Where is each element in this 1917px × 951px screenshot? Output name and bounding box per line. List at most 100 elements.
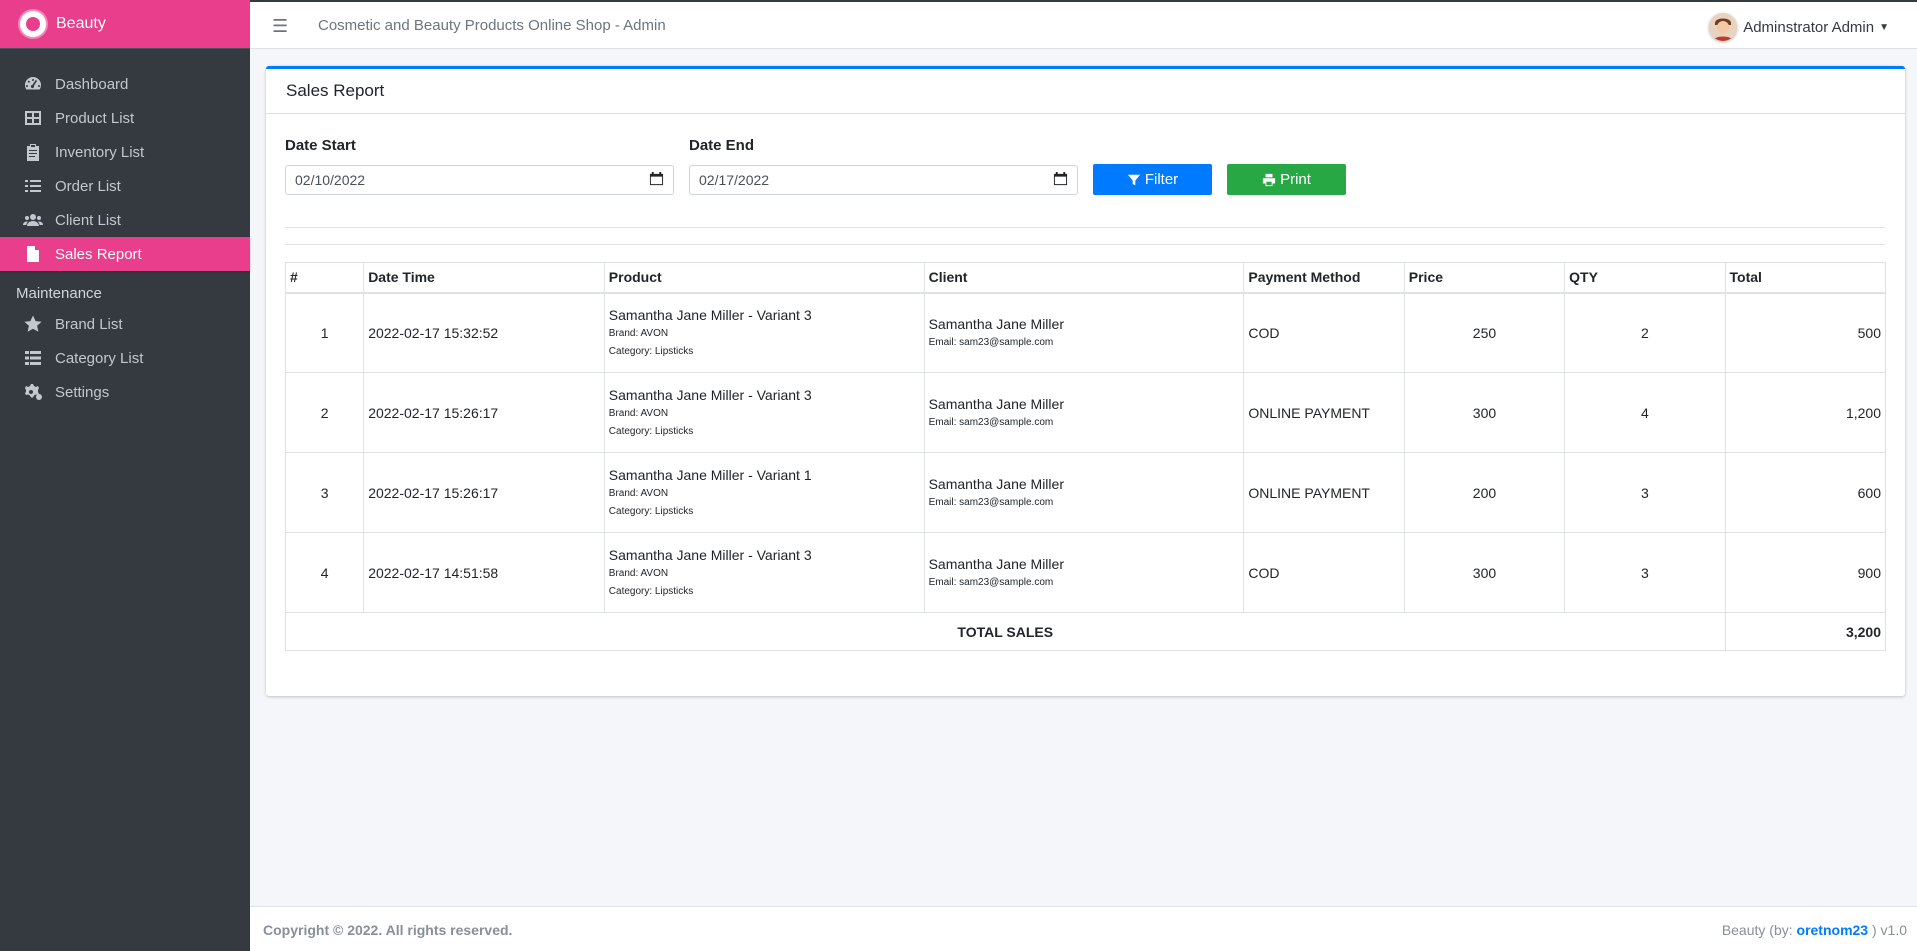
table-row: 3 2022-02-17 15:26:17 Samantha Jane Mill… (284, 452, 1887, 533)
sidebar-item-label: Inventory List (55, 143, 145, 161)
cell-number: 1 (284, 292, 365, 373)
divider (285, 244, 1885, 245)
cell-price: 300 (1403, 532, 1566, 613)
cell-qty: 3 (1564, 452, 1726, 533)
cell-product: Samantha Jane Miller - Variant 1 Brand: … (603, 452, 925, 533)
app-title: Cosmetic and Beauty Products Online Shop… (318, 17, 666, 34)
sales-table: # Date Time Product Client Payment Metho… (284, 262, 1887, 651)
list-icon (22, 176, 44, 196)
date-end-value: 02/17/2022 (699, 172, 770, 188)
credit-prefix: Beauty (by: (1721, 922, 1797, 938)
total-sales-row: TOTAL SALES 3,200 (285, 612, 1887, 651)
card-title: Sales Report (266, 69, 1905, 114)
cogs-icon (22, 382, 44, 402)
hamburger-menu-icon[interactable]: ☰ (272, 16, 288, 37)
author-link[interactable]: oretnom23 (1797, 922, 1869, 938)
sidebar-item-label: Dashboard (55, 75, 129, 93)
cell-qty: 2 (1564, 292, 1726, 373)
col-header-number: # (284, 262, 365, 294)
sidebar-item-order-list[interactable]: Order List (0, 169, 250, 203)
col-header-payment: Payment Method (1243, 262, 1405, 294)
product-name: Samantha Jane Miller - Variant 1 (608, 466, 812, 483)
table-row: 2 2022-02-17 15:26:17 Samantha Jane Mill… (284, 372, 1887, 453)
caret-down-icon: ▼ (1879, 21, 1889, 33)
table-row: 1 2022-02-17 15:32:52 Samantha Jane Mill… (284, 292, 1887, 373)
product-name: Samantha Jane Miller - Variant 3 (608, 386, 812, 403)
cell-total: 600 (1724, 452, 1887, 533)
sidebar-item-label: Brand List (55, 315, 123, 333)
filter-button-label: Filter (1144, 171, 1179, 188)
brand-name: Beauty (56, 15, 106, 32)
product-category: Category: Lipsticks (608, 505, 694, 517)
table-row: 4 2022-02-17 14:51:58 Samantha Jane Mill… (284, 532, 1887, 613)
topbar: ☰ Cosmetic and Beauty Products Online Sh… (250, 0, 1917, 49)
sidebar-item-product-list[interactable]: Product List (0, 101, 250, 135)
cell-payment: ONLINE PAYMENT (1243, 452, 1405, 533)
user-menu[interactable]: Adminstrator Admin ▼ (1709, 13, 1889, 41)
product-brand: Brand: AVON (608, 407, 669, 419)
client-name: Samantha Jane Miller (928, 475, 1064, 492)
col-header-qty: QTY (1564, 262, 1726, 294)
sidebar-item-brand-list[interactable]: Brand List (0, 307, 250, 341)
divider (285, 227, 1885, 228)
client-email: Email: sam23@sample.com (928, 416, 1054, 428)
file-icon (22, 244, 44, 264)
sidebar-item-client-list[interactable]: Client List (0, 203, 250, 237)
sidebar-section-maintenance: Maintenance (16, 285, 102, 302)
cell-total: 1,200 (1724, 372, 1887, 453)
total-sales-value: 3,200 (1724, 612, 1887, 651)
date-start-input[interactable]: 02/10/2022 (285, 165, 674, 195)
sidebar-item-category-list[interactable]: Category List (0, 341, 250, 375)
date-end-input[interactable]: 02/17/2022 (689, 165, 1078, 195)
th-list-icon (22, 348, 44, 368)
client-email: Email: sam23@sample.com (928, 496, 1054, 508)
product-brand: Brand: AVON (608, 567, 669, 579)
copyright-text: Copyright © 2022. All rights reserved. (263, 922, 513, 938)
sidebar-item-sales-report[interactable]: Sales Report (0, 237, 250, 271)
cell-total: 900 (1724, 532, 1887, 613)
calendar-icon[interactable] (649, 171, 664, 189)
calendar-icon[interactable] (1053, 171, 1068, 189)
sidebar-item-settings[interactable]: Settings (0, 375, 250, 409)
cell-product: Samantha Jane Miller - Variant 3 Brand: … (603, 532, 925, 613)
cell-payment: ONLINE PAYMENT (1243, 372, 1405, 453)
product-category: Category: Lipsticks (608, 585, 694, 597)
cell-price: 200 (1403, 452, 1566, 533)
date-start-value: 02/10/2022 (295, 172, 366, 188)
cell-product: Samantha Jane Miller - Variant 3 Brand: … (603, 292, 925, 373)
filter-icon (1127, 174, 1140, 185)
print-icon (1262, 173, 1276, 186)
cell-client: Samantha Jane Miller Email: sam23@sample… (923, 292, 1245, 373)
sidebar-item-dashboard[interactable]: Dashboard (0, 67, 250, 101)
cell-price: 300 (1403, 372, 1566, 453)
credit-suffix: ) v1.0 (1868, 922, 1907, 938)
cell-payment: COD (1243, 532, 1405, 613)
cell-product: Samantha Jane Miller - Variant 3 Brand: … (603, 372, 925, 453)
client-email: Email: sam23@sample.com (928, 576, 1054, 588)
cell-client: Samantha Jane Miller Email: sam23@sample… (923, 452, 1245, 533)
client-name: Samantha Jane Miller (928, 315, 1064, 332)
client-email: Email: sam23@sample.com (928, 336, 1054, 348)
sidebar-item-inventory-list[interactable]: Inventory List (0, 135, 250, 169)
sidebar-item-label: Product List (55, 109, 135, 127)
table-icon (22, 108, 44, 128)
brand-link[interactable]: Beauty (0, 0, 250, 49)
col-header-product: Product (603, 262, 925, 294)
product-category: Category: Lipsticks (608, 425, 694, 437)
dashboard-icon (22, 74, 44, 94)
cell-price: 250 (1403, 292, 1566, 373)
footer: Copyright © 2022. All rights reserved. B… (250, 906, 1917, 951)
print-button[interactable]: Print (1227, 164, 1346, 195)
sidebar-nav: Dashboard Product List Inventory List Or… (0, 49, 250, 409)
users-icon (22, 210, 44, 230)
product-brand: Brand: AVON (608, 487, 669, 499)
col-header-client: Client (923, 262, 1245, 294)
filter-button[interactable]: Filter (1093, 164, 1212, 195)
sidebar: Beauty Dashboard Product List Inventory … (0, 0, 250, 951)
cell-payment: COD (1243, 292, 1405, 373)
sidebar-item-label: Sales Report (55, 245, 142, 263)
sidebar-item-label: Category List (55, 349, 144, 367)
col-header-total: Total (1724, 262, 1887, 294)
cell-qty: 4 (1564, 372, 1726, 453)
avatar (1709, 13, 1738, 41)
